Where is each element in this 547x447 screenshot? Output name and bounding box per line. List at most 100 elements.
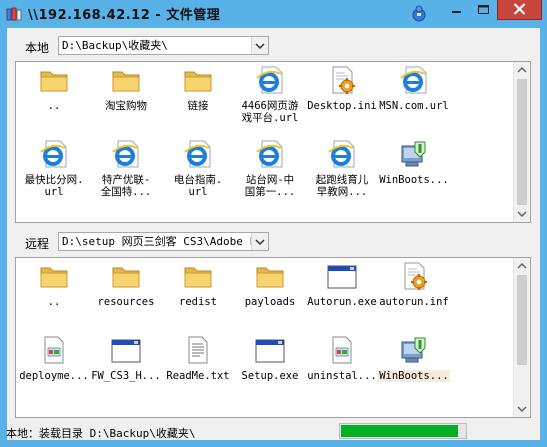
folder-icon — [38, 260, 70, 292]
installer-icon — [398, 138, 430, 170]
text-file-icon — [182, 334, 214, 366]
file-item[interactable]: resources — [90, 260, 162, 308]
local-path-row: 本地 D:\Backup\收藏夹\ — [7, 34, 540, 58]
file-name: WinBoots... — [379, 174, 449, 186]
ie-shortcut-icon — [398, 64, 430, 96]
file-name: deployme... — [19, 370, 89, 382]
folder-icon — [110, 64, 142, 96]
file-name: .. — [47, 100, 61, 112]
file-name: 链接 — [187, 100, 209, 112]
scroll-down-icon[interactable] — [514, 401, 530, 417]
scroll-up-icon[interactable] — [514, 258, 530, 274]
minimize-button[interactable] — [443, 0, 470, 20]
file-item[interactable]: 最快比分网. url — [18, 138, 90, 198]
app-icon — [6, 7, 22, 21]
file-name: FW_CS3_H... — [91, 370, 161, 382]
folder-icon — [110, 260, 142, 292]
local-path-dropdown-button[interactable] — [251, 37, 268, 54]
ie-shortcut-icon — [110, 138, 142, 170]
file-item[interactable]: Autorun.exe — [306, 260, 378, 308]
remote-path-select[interactable]: D:\setup 网页三剑客 CS3\Adobe F — [58, 232, 269, 251]
exe-window-icon — [254, 334, 286, 366]
file-item[interactable]: 特产优联- 全国特... — [90, 138, 162, 198]
file-item[interactable]: WinBoots... — [378, 138, 450, 186]
file-name: autorun.inf — [379, 296, 449, 308]
chevron-down-icon — [255, 43, 265, 50]
minimize-icon — [452, 11, 461, 13]
client-area: 本地 D:\Backup\收藏夹\ .. 淘宝购物 链接 4466网页游 戏平台… — [6, 28, 540, 440]
file-item[interactable]: autorun.inf — [378, 260, 450, 308]
file-item[interactable]: WinBoots... — [378, 334, 450, 382]
chevron-down-icon — [255, 239, 265, 246]
scroll-up-icon[interactable] — [514, 62, 530, 78]
local-scroll-thumb[interactable] — [517, 79, 527, 205]
file-manager-window: \\192.168.42.12 - 文件管理 本地 D:\Backup\收藏夹\… — [0, 0, 547, 447]
file-item[interactable]: payloads — [234, 260, 306, 308]
ie-shortcut-icon — [326, 138, 358, 170]
file-name: redist — [179, 296, 217, 308]
file-item[interactable]: MSN.com.url — [378, 64, 450, 112]
folder-icon — [254, 260, 286, 292]
local-file-list[interactable]: .. 淘宝购物 链接 4466网页游 戏平台.url Desktop.ini MSN.co… — [15, 61, 531, 223]
file-name: WinBoots... — [378, 370, 450, 382]
remote-path-value: D:\setup 网页三剑客 CS3\Adobe F — [62, 235, 257, 248]
file-name: 特产优联- 全国特... — [100, 174, 152, 198]
file-name: 淘宝购物 — [105, 100, 147, 112]
file-name: 电台指南. url — [173, 174, 223, 198]
remote-file-list[interactable]: .. resources redist payloads Autorun.exe auto… — [15, 257, 531, 418]
ie-shortcut-icon — [182, 138, 214, 170]
file-item[interactable]: 淘宝购物 — [90, 64, 162, 112]
installer-icon — [398, 334, 430, 366]
file-item[interactable]: Desktop.ini — [306, 64, 378, 112]
file-name: resources — [97, 296, 155, 308]
progress-fill — [341, 425, 458, 437]
folder-icon — [182, 260, 214, 292]
file-item[interactable]: .. — [18, 260, 90, 308]
file-name: 4466网页游 戏平台.url — [241, 100, 299, 124]
folder-icon — [182, 64, 214, 96]
remote-path-dropdown-button[interactable] — [251, 233, 268, 250]
maximize-button[interactable] — [470, 0, 497, 20]
file-name: 站台网-中 国第一... — [244, 174, 296, 198]
document-icon — [38, 334, 70, 366]
file-name: 最快比分网. url — [24, 174, 84, 198]
exe-window-icon — [326, 260, 358, 292]
settings-file-icon — [398, 260, 430, 292]
close-button[interactable] — [497, 0, 542, 20]
window-title: \\192.168.42.12 - 文件管理 — [28, 8, 221, 23]
file-item[interactable]: 起跑线育儿 早教网... — [306, 138, 378, 198]
file-item[interactable]: uninstal... — [306, 334, 378, 382]
file-name: 起跑线育儿 早教网... — [315, 174, 369, 198]
file-item[interactable]: 4466网页游 戏平台.url — [234, 64, 306, 124]
file-item[interactable]: deployme... — [18, 334, 90, 382]
maximize-icon — [478, 5, 489, 14]
file-name: Desktop.ini — [307, 100, 377, 112]
robot-icon[interactable] — [410, 4, 428, 22]
scroll-down-icon[interactable] — [514, 206, 530, 222]
local-label: 本地 — [25, 41, 50, 55]
file-name: payloads — [244, 296, 296, 308]
status-bar: 本地：装载目录 D:\Backup\收藏夹\ — [6, 422, 540, 440]
file-name: MSN.com.url — [379, 100, 449, 112]
remote-scrollbar[interactable] — [513, 258, 530, 417]
file-item[interactable]: .. — [18, 64, 90, 112]
file-item[interactable]: redist — [162, 260, 234, 308]
title-bar[interactable]: \\192.168.42.12 - 文件管理 — [0, 0, 547, 28]
file-item[interactable]: Setup.exe — [234, 334, 306, 382]
remote-label: 远程 — [25, 237, 50, 251]
settings-file-icon — [326, 64, 358, 96]
file-name: .. — [47, 296, 61, 308]
local-path-select[interactable]: D:\Backup\收藏夹\ — [58, 36, 269, 55]
local-scrollbar[interactable] — [513, 62, 530, 222]
file-item[interactable]: 链接 — [162, 64, 234, 112]
status-text: 本地：装载目录 D:\Backup\收藏夹\ — [6, 427, 196, 440]
file-name: uninstal... — [307, 370, 377, 382]
remote-scroll-thumb[interactable] — [517, 275, 527, 365]
file-item[interactable]: FW_CS3_H... — [90, 334, 162, 382]
close-icon — [513, 3, 526, 15]
file-item[interactable]: ReadMe.txt — [162, 334, 234, 382]
file-name: Setup.exe — [241, 370, 299, 382]
file-item[interactable]: 电台指南. url — [162, 138, 234, 198]
ie-shortcut-icon — [254, 138, 286, 170]
file-item[interactable]: 站台网-中 国第一... — [234, 138, 306, 198]
